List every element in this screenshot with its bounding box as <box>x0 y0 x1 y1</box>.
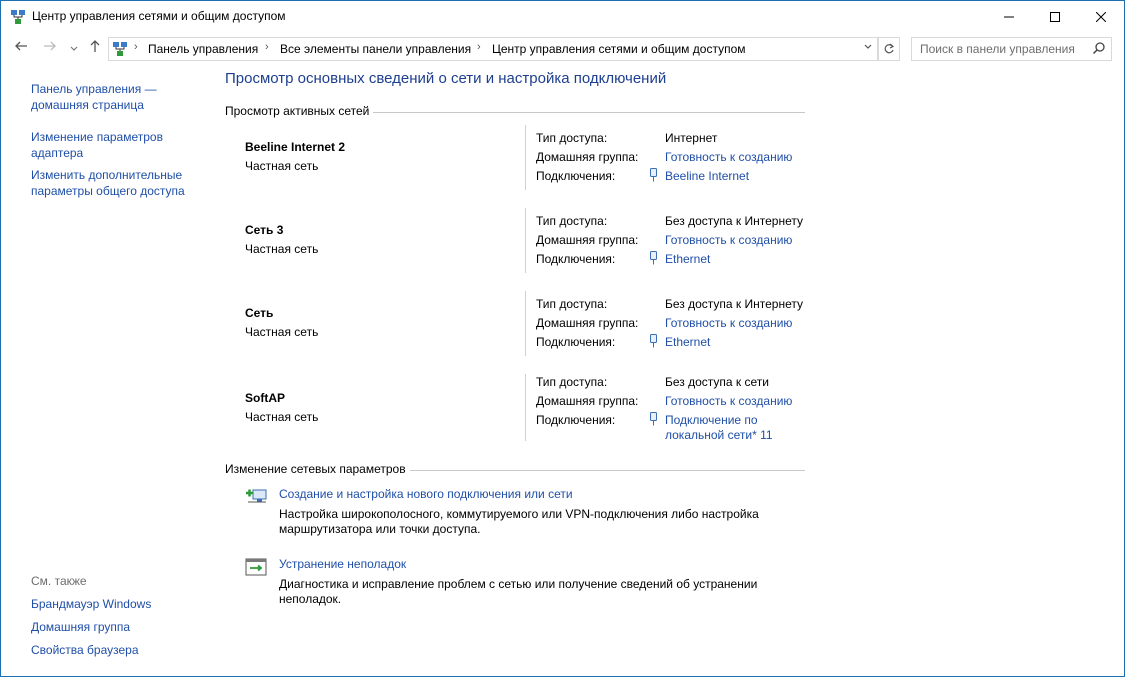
active-networks-label: Просмотр активных сетей <box>225 104 374 118</box>
connection-link[interactable]: Beeline Internet <box>665 169 749 183</box>
homegroup-label: Домашняя группа: <box>536 150 639 164</box>
network-type-link[interactable]: Частная сеть <box>245 410 318 424</box>
window: Центр управления сетями и общим доступом… <box>0 0 1125 677</box>
network-name: Beeline Internet 2 <box>245 140 346 154</box>
homegroup-label: Домашняя группа: <box>536 316 639 330</box>
access-type-label: Тип доступа: <box>536 131 608 145</box>
breadcrumb-separator-icon: › <box>265 41 269 53</box>
homegroup-link[interactable]: Готовность к созданию <box>665 233 792 247</box>
new-connection-icon <box>246 489 267 503</box>
connection-link[interactable]: Подключение по локальной сети* 11 <box>665 413 773 443</box>
homegroup-link[interactable]: Готовность к созданию <box>665 150 792 164</box>
see-also-homegroup-link[interactable]: Домашняя группа <box>31 619 130 635</box>
access-type-value: Без доступа к Интернету <box>665 297 804 311</box>
breadcrumb-network-center[interactable]: Центр управления сетями и общим доступом <box>492 42 746 56</box>
connections-label: Подключения: <box>536 335 616 349</box>
maximize-icon <box>1050 11 1060 22</box>
network-divider <box>525 208 526 273</box>
connection-link-line: Подключение по <box>665 413 758 427</box>
minimize-button[interactable] <box>986 1 1032 32</box>
network-name: Сеть 3 <box>245 223 284 237</box>
search-input[interactable] <box>912 38 1090 60</box>
recent-locations-button[interactable] <box>65 39 83 57</box>
title-bar[interactable]: Центр управления сетями и общим доступом <box>1 1 1124 32</box>
control-panel-icon <box>113 42 127 56</box>
connections-label: Подключения: <box>536 252 616 266</box>
network-type-link[interactable]: Частная сеть <box>245 325 318 339</box>
breadcrumb-separator-icon: › <box>477 41 481 53</box>
access-type-value: Интернет <box>665 131 718 145</box>
network-name: Сеть <box>245 306 274 320</box>
access-type-label: Тип доступа: <box>536 214 608 228</box>
window-title: Центр управления сетями и общим доступом <box>32 9 286 23</box>
access-type-value: Без доступа к Интернету <box>665 214 804 228</box>
sidebar-link-advanced-sharing[interactable]: Изменить дополнительные параметры общего… <box>31 167 185 199</box>
sidebar-link-label: Изменение параметров <box>31 130 163 144</box>
homegroup-label: Домашняя группа: <box>536 233 639 247</box>
access-type-label: Тип доступа: <box>536 375 608 389</box>
breadcrumb-all-items[interactable]: Все элементы панели управления <box>280 42 471 56</box>
arrow-up-icon <box>90 40 100 52</box>
up-button[interactable] <box>86 39 104 57</box>
breadcrumb-control-panel[interactable]: Панель управления <box>148 42 258 56</box>
connections-label: Подключения: <box>536 413 616 427</box>
access-type-value: Без доступа к сети <box>665 375 769 389</box>
ethernet-connection-icon <box>650 412 657 426</box>
troubleshoot-link[interactable]: Устранение неполадок <box>279 557 406 571</box>
arrow-left-icon <box>15 41 27 51</box>
network-type-link[interactable]: Частная сеть <box>245 159 318 173</box>
network-divider <box>525 291 526 356</box>
network-divider <box>525 125 526 190</box>
troubleshoot-description: Диагностика и исправление проблем с сеть… <box>279 577 758 606</box>
change-settings-label: Изменение сетевых параметров <box>225 462 410 476</box>
connection-link-line: локальной сети* 11 <box>665 428 773 442</box>
see-also-browser-properties-link[interactable]: Свойства браузера <box>31 642 139 658</box>
refresh-icon <box>884 43 895 54</box>
ethernet-connection-icon <box>650 251 657 265</box>
connection-link[interactable]: Ethernet <box>665 335 710 349</box>
change-settings-section-header: Изменение сетевых параметров <box>225 462 805 476</box>
close-button[interactable] <box>1078 1 1124 32</box>
ethernet-connection-icon <box>650 334 657 348</box>
address-bar[interactable]: › Панель управления › Все элементы панел… <box>108 37 878 61</box>
sidebar-link-label: параметры общего доступа <box>31 184 185 198</box>
homegroup-label: Домашняя группа: <box>536 394 639 408</box>
breadcrumb-separator-icon: › <box>134 41 138 53</box>
minimize-icon <box>1004 16 1014 17</box>
connection-link[interactable]: Ethernet <box>665 252 710 266</box>
troubleshoot-icon <box>245 558 267 576</box>
sidebar-link-label: Панель управления — <box>31 82 157 96</box>
homegroup-link[interactable]: Готовность к созданию <box>665 394 792 408</box>
close-icon <box>1096 11 1106 22</box>
sidebar-link-adapter-settings[interactable]: Изменение параметров адаптера <box>31 129 163 161</box>
sidebar-link-label: адаптера <box>31 146 84 160</box>
refresh-button[interactable] <box>878 37 900 61</box>
network-divider <box>525 374 526 441</box>
see-also-firewall-link[interactable]: Брандмауэр Windows <box>31 596 151 612</box>
network-type-link[interactable]: Частная сеть <box>245 242 318 256</box>
arrow-right-icon <box>44 41 56 51</box>
network-name: SoftAP <box>245 391 285 405</box>
sidebar-link-label: домашняя страница <box>31 98 144 112</box>
page-title: Просмотр основных сведений о сети и наст… <box>225 70 667 87</box>
address-dropdown-icon[interactable] <box>863 42 873 55</box>
create-connection-description: Настройка широкополосного, коммутируемог… <box>279 507 759 536</box>
back-button[interactable] <box>12 39 30 57</box>
ethernet-connection-icon <box>650 168 657 182</box>
connections-label: Подключения: <box>536 169 616 183</box>
chevron-down-icon <box>70 46 78 51</box>
see-also-heading: См. также <box>31 574 87 588</box>
sidebar-link-control-panel-home[interactable]: Панель управления — домашняя страница <box>31 81 157 113</box>
network-center-icon <box>11 10 25 24</box>
sidebar-link-label: Изменить дополнительные <box>31 168 183 182</box>
search-box[interactable] <box>911 37 1112 61</box>
homegroup-link[interactable]: Готовность к созданию <box>665 316 792 330</box>
create-connection-link[interactable]: Создание и настройка нового подключения … <box>279 487 573 501</box>
access-type-label: Тип доступа: <box>536 297 608 311</box>
search-icon[interactable] <box>1092 41 1106 55</box>
active-networks-section-header: Просмотр активных сетей <box>225 104 805 118</box>
forward-button[interactable] <box>41 39 59 57</box>
maximize-button[interactable] <box>1032 1 1078 32</box>
